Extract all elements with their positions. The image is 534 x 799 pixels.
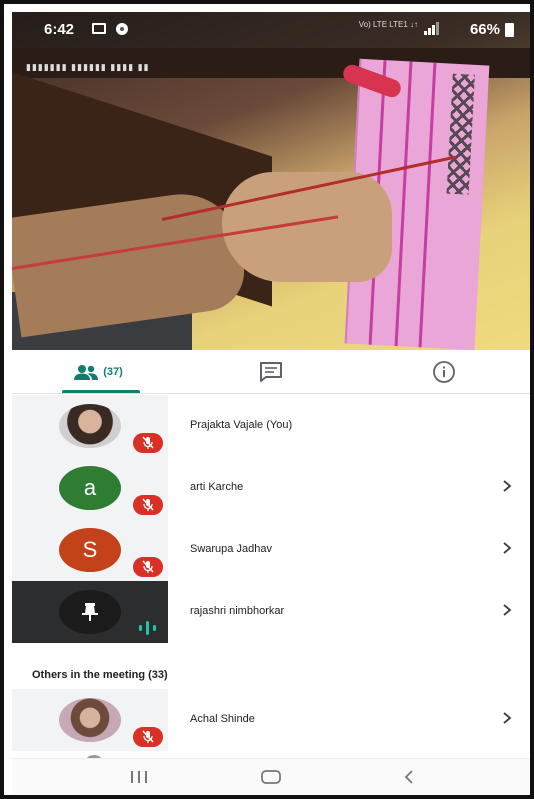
participant-name: Swarupa Jadhav xyxy=(190,543,272,555)
chevron-right-icon[interactable] xyxy=(500,711,514,725)
device-frame: ▮▮▮▮▮▮▮ ▮▮▮▮▮▮ ▮▮▮▮ ▮▮ 6:42 Vo) LTE LTE1… xyxy=(0,0,534,799)
avatar xyxy=(59,590,121,634)
participant-tile xyxy=(12,581,168,643)
panel-tabs: (37) xyxy=(12,350,530,394)
tab-info[interactable] xyxy=(358,350,530,394)
avatar xyxy=(59,698,121,742)
participant-name: rajashri nimbhorkar xyxy=(190,605,285,617)
people-icon xyxy=(74,365,99,380)
back-button[interactable] xyxy=(394,767,424,787)
home-icon xyxy=(261,770,281,784)
system-nav-bar xyxy=(12,758,530,795)
info-icon xyxy=(433,361,455,383)
network-indicator: Vo) LTE LTE1 ↓↑ xyxy=(358,20,418,29)
chat-icon xyxy=(260,362,282,382)
avatar: S xyxy=(59,528,121,572)
recents-button[interactable] xyxy=(124,767,154,787)
back-icon xyxy=(404,770,413,784)
tab-people[interactable]: (37) xyxy=(12,350,184,394)
chevron-right-icon[interactable] xyxy=(500,479,514,493)
participant-row[interactable]: S Swarupa Jadhav xyxy=(12,519,530,581)
participant-name: Achal Shinde xyxy=(190,713,255,725)
avatar xyxy=(59,404,121,448)
active-tab-indicator xyxy=(62,390,140,393)
people-count: (37) xyxy=(103,366,123,378)
home-button[interactable] xyxy=(256,767,286,787)
avatar: a xyxy=(59,466,121,510)
location-pin-icon xyxy=(116,23,128,35)
participant-row[interactable]: rajashri nimbhorkar xyxy=(12,581,530,643)
pin-icon xyxy=(82,603,98,621)
participant-row[interactable]: Prajakta Vajale (You) xyxy=(12,395,530,457)
mic-off-icon xyxy=(133,727,163,747)
gallery-icon xyxy=(92,23,106,34)
participant-tile: a xyxy=(12,457,168,519)
screen: ▮▮▮▮▮▮▮ ▮▮▮▮▮▮ ▮▮▮▮ ▮▮ 6:42 Vo) LTE LTE1… xyxy=(12,12,530,795)
status-bar: 6:42 Vo) LTE LTE1 ↓↑ 66% xyxy=(12,12,530,48)
speaking-indicator-icon xyxy=(137,621,159,635)
chevron-right-icon[interactable] xyxy=(500,603,514,617)
tab-chat[interactable] xyxy=(184,350,358,394)
participant-name: Prajakta Vajale (You) xyxy=(190,419,293,431)
mic-off-icon xyxy=(133,495,163,515)
participant-tile xyxy=(12,689,168,751)
clock: 6:42 xyxy=(44,21,75,38)
chevron-right-icon[interactable] xyxy=(500,541,514,555)
participant-tile xyxy=(12,395,168,457)
participant-row[interactable]: Achal Shinde xyxy=(12,689,530,751)
battery-level: 66% xyxy=(469,21,500,38)
participant-tile: S xyxy=(12,519,168,581)
section-header: Others in the meeting (33) xyxy=(32,669,168,681)
participant-list[interactable]: Prajakta Vajale (You) a arti Karche S Sw… xyxy=(12,395,530,758)
video-feed[interactable]: ▮▮▮▮▮▮▮ ▮▮▮▮▮▮ ▮▮▮▮ ▮▮ xyxy=(12,12,530,350)
recents-icon xyxy=(131,771,147,783)
signal-icon xyxy=(424,22,439,35)
mic-off-icon xyxy=(133,557,163,577)
battery-icon xyxy=(505,23,514,37)
mic-off-icon xyxy=(133,433,163,453)
participant-name: arti Karche xyxy=(190,481,244,493)
participant-row[interactable]: a arti Karche xyxy=(12,457,530,519)
